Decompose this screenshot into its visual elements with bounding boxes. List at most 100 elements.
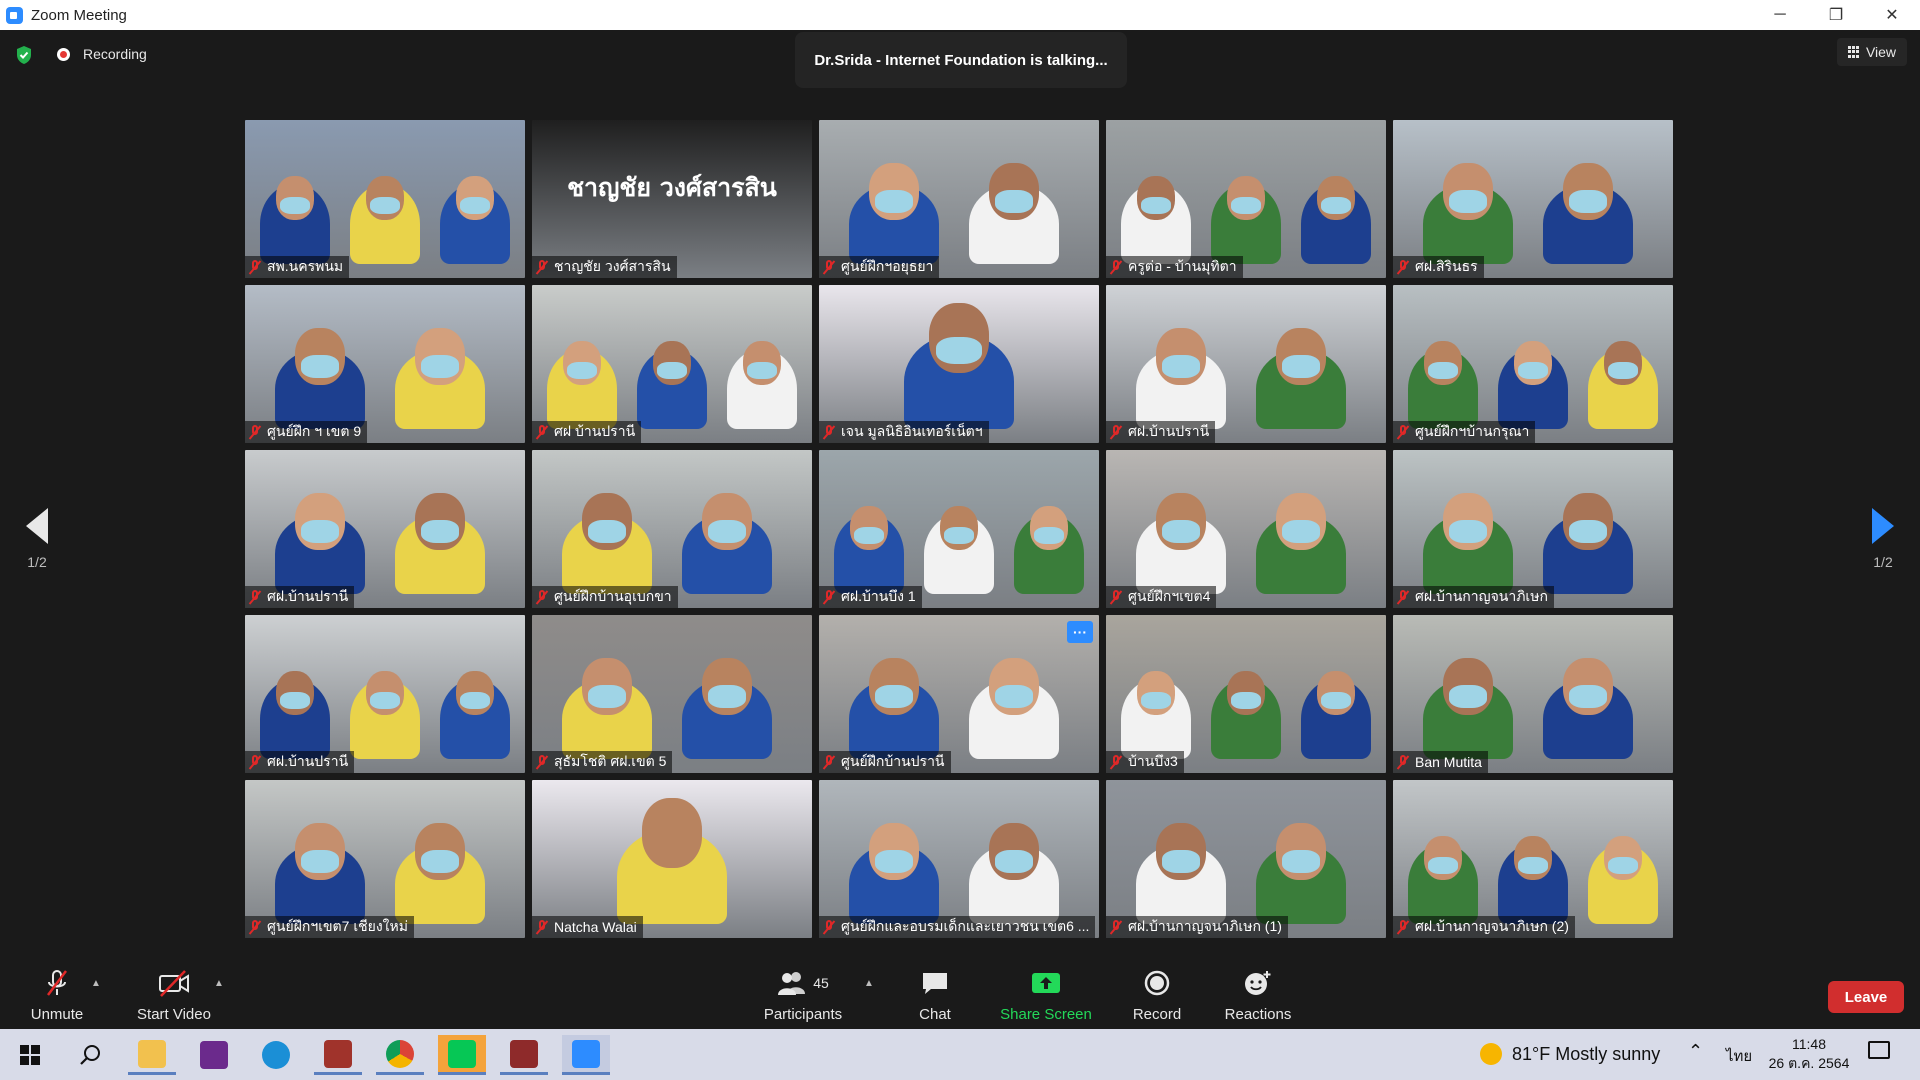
video-tile[interactable]: ชาญชัย วงศ์สารสิน ชาญชัย วงศ์สารสิน <box>532 120 812 278</box>
zoom-icon[interactable] <box>562 1035 610 1075</box>
video-tile[interactable]: สพ.นครพนม <box>245 120 525 278</box>
participant-name: ศูนย์ฝึกบ้านปรานี <box>841 753 945 769</box>
video-tile[interactable]: ศฝ.บ้านปรานี <box>245 450 525 608</box>
record-button[interactable]: Record <box>1124 960 1190 1029</box>
unmute-label: Unmute <box>30 1006 84 1023</box>
file-explorer-icon[interactable] <box>128 1035 176 1075</box>
video-tile[interactable]: ศฝ.บ้านกาญจนาภิเษก (1) <box>1106 780 1386 938</box>
input-language[interactable]: ไทย <box>1726 1044 1752 1068</box>
video-tile[interactable]: Ban Mutita <box>1393 615 1673 773</box>
video-tile[interactable]: ศูนย์ฝึกฯอยุธยา <box>819 120 1099 278</box>
participant-name-label: สุธัมโชติ ศฝ.เขต 5 <box>532 751 673 773</box>
recording-icon <box>57 48 70 61</box>
participants-button[interactable]: 45 Participants <box>758 960 848 1029</box>
reactions-button[interactable]: Reactions <box>1218 960 1298 1029</box>
previous-page-button[interactable]: 1/2 <box>20 508 54 570</box>
participants-count: 45 <box>813 975 829 991</box>
participant-name-label: ครูต่อ - บ้านมุทิตา <box>1106 256 1243 278</box>
participant-name-label: ศฝ.บ้านบึง 1 <box>819 586 922 608</box>
photo-app-icon[interactable] <box>314 1035 362 1075</box>
video-tile[interactable]: ศูนย์ฝึกฯบ้านกรุณา <box>1393 285 1673 443</box>
participant-name-label: ศูนย์ฝึกบ้านอุเบกขา <box>532 586 678 608</box>
start-video-button[interactable]: Start Video <box>134 960 214 1029</box>
share-screen-button[interactable]: Share Screen <box>996 960 1096 1029</box>
participant-name: ศูนย์ฝึกฯบ้านกรุณา <box>1415 423 1530 439</box>
record-icon <box>1143 968 1171 998</box>
video-tile[interactable]: ครูต่อ - บ้านมุทิตา <box>1106 120 1386 278</box>
video-tile[interactable]: ศฝ.บ้านปรานี <box>245 615 525 773</box>
video-tile[interactable]: ศูนย์ฝึก ฯ เขต 9 <box>245 285 525 443</box>
restore-button[interactable]: ❐ <box>1808 0 1864 30</box>
participants-label: Participants <box>763 1006 843 1023</box>
close-window-button[interactable]: ✕ <box>1864 0 1920 30</box>
pdf-app-icon[interactable] <box>190 1035 238 1075</box>
face-mask <box>657 361 687 380</box>
participant-name-label: ศูนย์ฝึกฯเขต4 <box>1106 586 1217 608</box>
mic-muted-icon <box>1110 589 1122 605</box>
participant-name: สพ.นครพนม <box>267 258 344 274</box>
audio-options-caret-icon[interactable]: ▲ <box>91 978 101 989</box>
video-tile[interactable]: ศูนย์ฝึกบ้านอุเบกขา <box>532 450 812 608</box>
video-tile[interactable]: Natcha Walai <box>532 780 812 938</box>
video-tile[interactable]: ··· ศูนย์ฝึกบ้านปรานี <box>819 615 1099 773</box>
face-mask <box>995 685 1033 708</box>
participant-name: สุธัมโชติ ศฝ.เขต 5 <box>554 753 667 769</box>
mic-muted-icon <box>1397 424 1409 440</box>
windows-start-icon[interactable] <box>6 1035 54 1075</box>
participant-name-label: ศฝ.สิรินธร <box>1393 256 1484 278</box>
face-mask <box>1141 691 1171 710</box>
video-tile[interactable]: ศฝ.บ้านบึง 1 <box>819 450 1099 608</box>
record-label: Record <box>1132 1006 1182 1023</box>
video-tile[interactable]: บ้านบึง3 <box>1106 615 1386 773</box>
weather-widget[interactable]: 81°F Mostly sunny <box>1480 1043 1660 1065</box>
view-button[interactable]: View <box>1837 38 1907 66</box>
chrome-icon[interactable] <box>376 1035 424 1075</box>
mic-muted-icon <box>42 968 72 998</box>
mic-muted-icon <box>249 754 261 770</box>
line-icon[interactable] <box>438 1035 486 1075</box>
minimize-button[interactable]: ─ <box>1752 0 1808 30</box>
face-mask <box>995 190 1033 213</box>
video-options-caret-icon[interactable]: ▲ <box>214 978 224 989</box>
video-tile[interactable]: เจน มูลนิธิอินเทอร์เน็ตฯ <box>819 285 1099 443</box>
video-tile[interactable]: สุธัมโชติ ศฝ.เขต 5 <box>532 615 812 773</box>
face-mask <box>1141 196 1171 215</box>
system-clock[interactable]: 11:48 26 ต.ค. 2564 <box>1764 1035 1854 1073</box>
video-tile[interactable]: ศฝ.สิรินธร <box>1393 120 1673 278</box>
participant-name-label: บ้านบึง3 <box>1106 751 1184 773</box>
video-tile[interactable]: ศูนย์ฝึกฯเขต7 เชียงใหม่ <box>245 780 525 938</box>
video-tile[interactable]: ศฝ บ้านปรานี <box>532 285 812 443</box>
participant-name: ศฝ.บ้านกาญจนาภิเษก <box>1415 588 1548 604</box>
search-icon[interactable] <box>66 1035 114 1075</box>
video-tile[interactable]: ศฝ.บ้านกาญจนาภิเษก <box>1393 450 1673 608</box>
chat-button[interactable]: Chat <box>900 960 970 1029</box>
participant-name: ศฝ.บ้านปรานี <box>267 753 349 769</box>
mic-muted-icon <box>1397 754 1409 770</box>
participant-name: ศฝ.บ้านกาญจนาภิเษก (1) <box>1128 918 1282 934</box>
face-mask <box>301 850 339 873</box>
participant-name-label: ศฝ.บ้านกาญจนาภิเษก <box>1393 586 1554 608</box>
face-mask <box>588 520 626 543</box>
recording-label: Recording <box>83 46 147 62</box>
photo-app-icon-2[interactable] <box>500 1035 548 1075</box>
participants-icon: 45 <box>777 968 829 998</box>
video-tile[interactable]: ศฝ.บ้านกาญจนาภิเษก (2) <box>1393 780 1673 938</box>
show-hidden-icons-icon[interactable]: ⌃ <box>1688 1041 1703 1062</box>
video-tile[interactable]: ศูนย์ฝึกและอบรมเด็กและเยาวชน เขต6 ... <box>819 780 1099 938</box>
arrow-right-icon <box>1872 508 1894 544</box>
video-tile[interactable]: ศฝ.บ้านปรานี <box>1106 285 1386 443</box>
edge-icon[interactable] <box>252 1035 300 1075</box>
face-mask <box>1569 190 1607 213</box>
participants-options-caret-icon[interactable]: ▲ <box>864 978 874 989</box>
tile-more-options-button[interactable]: ··· <box>1067 621 1093 643</box>
notification-center-icon[interactable] <box>1868 1041 1890 1059</box>
participant-name: ศูนย์ฝึก ฯ เขต 9 <box>267 423 362 439</box>
leave-meeting-button[interactable]: Leave <box>1828 981 1904 1013</box>
clock-time: 11:48 <box>1792 1036 1826 1052</box>
video-tile[interactable]: ศูนย์ฝึกฯเขต4 <box>1106 450 1386 608</box>
chat-icon <box>921 968 949 998</box>
encryption-shield-icon[interactable] <box>15 45 33 65</box>
mic-muted-icon <box>249 919 261 935</box>
next-page-button[interactable]: 1/2 <box>1866 508 1900 570</box>
unmute-button[interactable]: Unmute <box>26 960 88 1029</box>
